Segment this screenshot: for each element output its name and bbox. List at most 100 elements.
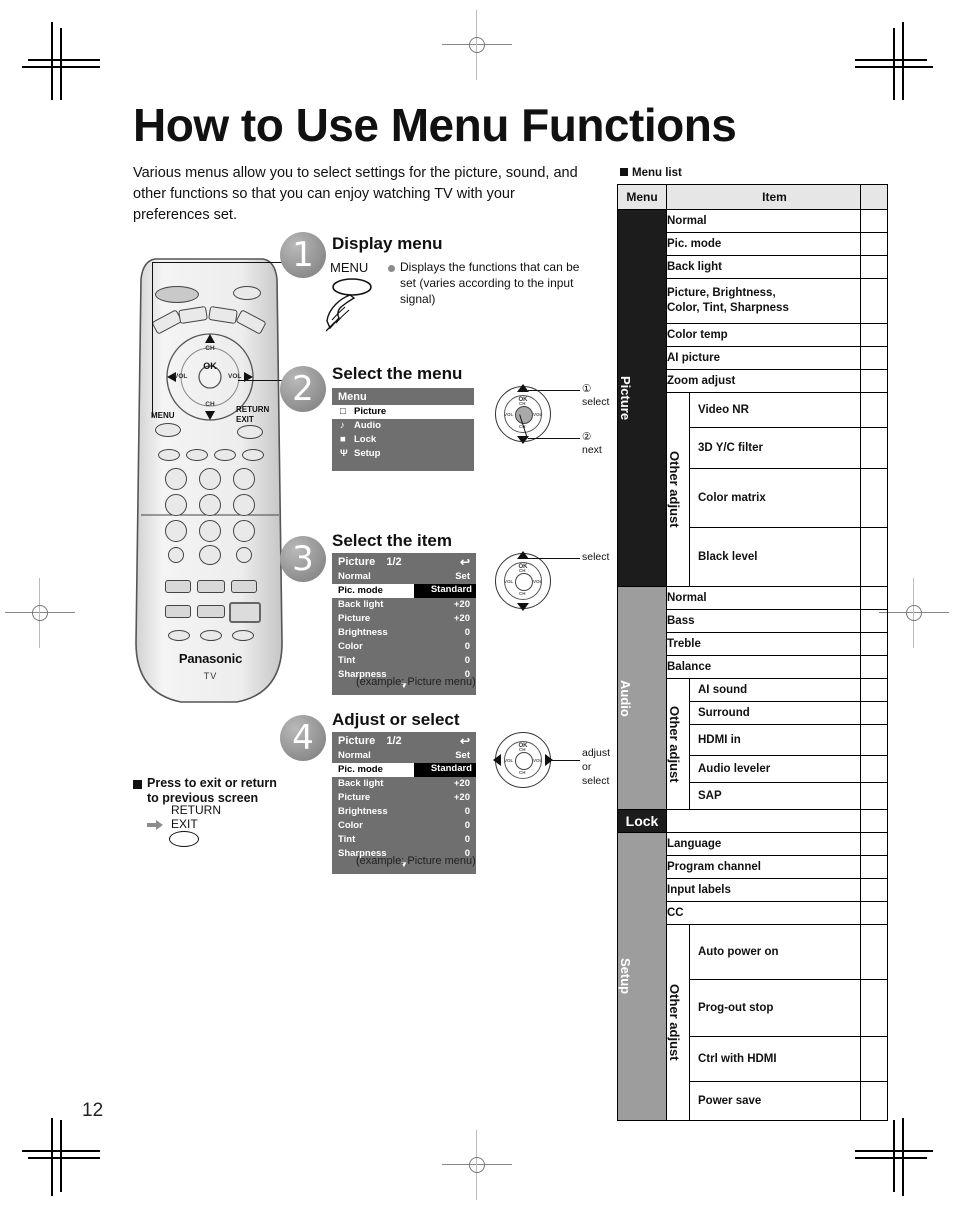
remote-vol-left-label: VOL xyxy=(174,373,188,380)
remote-input-button[interactable] xyxy=(233,286,261,300)
picture-osd-row-back-light[interactable]: Back light +20 xyxy=(332,777,476,791)
menu-item-picture-brightness-group[interactable]: Picture, Brightness, Color, Tint, Sharpn… xyxy=(666,278,861,324)
menu-item-ai-picture[interactable]: AI picture xyxy=(666,346,861,370)
menu-osd-item-picture[interactable]: □ Picture xyxy=(332,405,474,419)
menu-item-language[interactable]: Language xyxy=(666,832,861,856)
menu-item-zoom-adjust[interactable]: Zoom adjust xyxy=(666,369,861,393)
hand-pressing-button-icon xyxy=(326,278,372,332)
remote-small-button-1[interactable] xyxy=(158,449,180,461)
nav-pad-diagram-step4: OK CH CH VOL VOL xyxy=(493,732,553,788)
menu-osd-item-setup[interactable]: Ψ Setup xyxy=(332,447,474,461)
remote-keypad-6[interactable] xyxy=(233,494,255,516)
menu-item-pic-mode[interactable]: Pic. mode xyxy=(666,232,861,256)
picture-osd-row-pic-mode[interactable]: Pic. mode Standard xyxy=(332,584,476,598)
menu-item-surround[interactable]: Surround xyxy=(689,701,861,725)
remote-keypad-2[interactable] xyxy=(199,468,221,490)
remote-keypad-dot[interactable] xyxy=(168,547,184,563)
menu-item-hdmi-in[interactable]: HDMI in xyxy=(689,724,861,756)
picture-osd-row-picture[interactable]: Picture +20 xyxy=(332,612,476,626)
step-4-caption: (example: Picture menu) xyxy=(356,855,476,867)
menu-item-auto-power-on[interactable]: Auto power on xyxy=(689,924,861,980)
picture-osd-row-normal[interactable]: Normal Set xyxy=(332,570,476,584)
table-header-row: Menu Item xyxy=(617,184,888,210)
menu-item-audio-normal[interactable]: Normal xyxy=(666,586,861,610)
menu-item-black-level[interactable]: Black level xyxy=(689,527,861,587)
row-label: Tint xyxy=(338,834,356,845)
picture-osd-row-brightness[interactable]: Brightness 0 xyxy=(332,805,476,819)
remote-small-button-2[interactable] xyxy=(186,449,208,461)
remote-small-button-3[interactable] xyxy=(214,449,236,461)
menu-item-cc[interactable]: CC xyxy=(666,901,861,925)
menu-item-video-nr[interactable]: Video NR xyxy=(689,392,861,428)
remote-keypad-4[interactable] xyxy=(165,494,187,516)
return-arrow-icon[interactable]: ↩ xyxy=(460,734,470,748)
remote-lower-button-2[interactable] xyxy=(197,580,225,593)
remote-keypad-1[interactable] xyxy=(165,468,187,490)
picture-osd-row-color[interactable]: Color 0 xyxy=(332,819,476,833)
ok-button[interactable] xyxy=(515,573,533,591)
step-2-badge: 2 xyxy=(280,366,326,412)
page-ref-cell xyxy=(859,1081,888,1121)
menu-item-prog-out-stop[interactable]: Prog-out stop xyxy=(689,979,861,1037)
picture-osd-row-pic-mode[interactable]: Pic. mode Standard xyxy=(332,763,476,777)
menu-item-program-channel[interactable]: Program channel xyxy=(666,855,861,879)
ok-button[interactable] xyxy=(515,752,533,770)
return-arrow-icon[interactable]: ↩ xyxy=(460,555,470,569)
row-value: 0 xyxy=(464,627,470,638)
menu-osd-item-lock[interactable]: ■ Lock xyxy=(332,433,474,447)
row-label: Color xyxy=(338,820,363,831)
page-ref-cell xyxy=(859,632,888,656)
remote-keypad-5[interactable] xyxy=(199,494,221,516)
menu-item-ai-sound[interactable]: AI sound xyxy=(689,678,861,702)
remote-keypad-enter[interactable] xyxy=(236,547,252,563)
remote-menu-label: MENU xyxy=(151,411,175,420)
group-label-audio-text: Audio xyxy=(618,679,633,717)
remote-bottom-button-3[interactable] xyxy=(232,630,254,641)
picture-osd-row-picture[interactable]: Picture +20 xyxy=(332,791,476,805)
menu-item-3d-yc-filter[interactable]: 3D Y/C filter xyxy=(689,427,861,469)
menu-list-heading: Menu list xyxy=(620,167,682,179)
callout-select: ① select xyxy=(582,383,610,408)
row-value: +20 xyxy=(453,599,470,610)
menu-item-normal[interactable]: Normal xyxy=(666,209,861,233)
remote-lower-button-3[interactable] xyxy=(231,580,257,593)
remote-small-button-4[interactable] xyxy=(242,449,264,461)
remote-keypad-3[interactable] xyxy=(233,468,255,490)
picture-osd-row-back-light[interactable]: Back light +20 xyxy=(332,598,476,612)
menu-item-power-save[interactable]: Power save xyxy=(689,1081,861,1121)
row-value: 0 xyxy=(464,834,470,845)
menu-item-back-light[interactable]: Back light xyxy=(666,255,861,279)
menu-item-balance[interactable]: Balance xyxy=(666,655,861,679)
menu-item-ctrl-with-hdmi[interactable]: Ctrl with HDMI xyxy=(689,1036,861,1082)
picture-osd-row-color[interactable]: Color 0 xyxy=(332,640,476,654)
remote-menu-button[interactable] xyxy=(155,423,181,437)
remote-lower-button-6-highlighted[interactable] xyxy=(229,602,261,623)
exit-note-bullet-square xyxy=(133,780,142,789)
picture-osd-row-brightness[interactable]: Brightness 0 xyxy=(332,626,476,640)
remote-bottom-button-1[interactable] xyxy=(168,630,190,641)
remote-power-button[interactable] xyxy=(155,286,199,303)
menu-osd-item-audio[interactable]: ♪ Audio xyxy=(332,419,474,433)
picture-osd-row-tint[interactable]: Tint 0 xyxy=(332,654,476,668)
exit-note-button-icon[interactable] xyxy=(169,831,199,847)
remote-lower-button-4[interactable] xyxy=(165,605,191,618)
remote-lower-button-1[interactable] xyxy=(165,580,191,593)
menu-item-color-matrix[interactable]: Color matrix xyxy=(689,468,861,528)
menu-item-bass[interactable]: Bass xyxy=(666,609,861,633)
remote-lower-button-5[interactable] xyxy=(197,605,225,618)
remote-exit-button[interactable] xyxy=(237,425,263,439)
picture-osd-row-tint[interactable]: Tint 0 xyxy=(332,833,476,847)
remote-keypad-8[interactable] xyxy=(199,520,221,542)
ok-button-highlight[interactable] xyxy=(515,406,533,424)
remote-keypad-9[interactable] xyxy=(233,520,255,542)
group-label-lock[interactable]: Lock xyxy=(617,809,667,833)
picture-osd-row-normal[interactable]: Normal Set xyxy=(332,749,476,763)
menu-item-audio-leveler[interactable]: Audio leveler xyxy=(689,755,861,783)
menu-item-input-labels[interactable]: Input labels xyxy=(666,878,861,902)
remote-keypad-7[interactable] xyxy=(165,520,187,542)
menu-item-sap[interactable]: SAP xyxy=(689,782,861,810)
menu-item-color-temp[interactable]: Color temp xyxy=(666,323,861,347)
remote-keypad-0[interactable] xyxy=(199,545,221,565)
menu-item-treble[interactable]: Treble xyxy=(666,632,861,656)
remote-bottom-button-2[interactable] xyxy=(200,630,222,641)
